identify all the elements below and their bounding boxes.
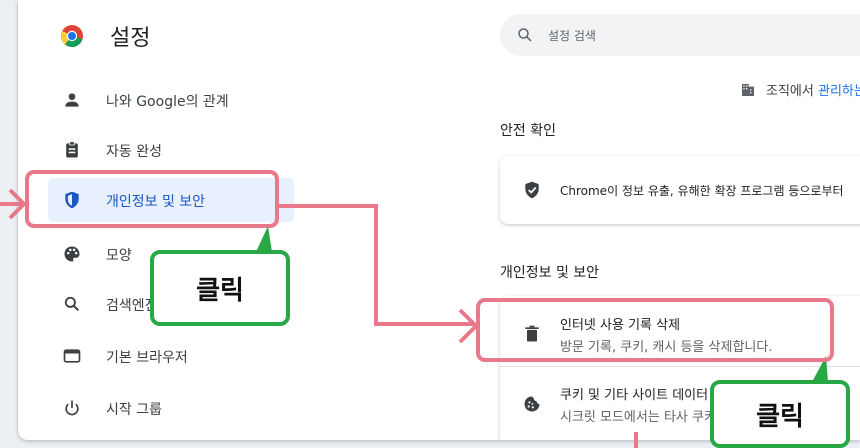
click-callout-1: 클릭 <box>150 250 290 326</box>
privacy-security-highlight <box>25 170 279 228</box>
click-callout-2: 클릭 <box>710 380 850 448</box>
clear-browsing-data-highlight <box>476 298 834 362</box>
